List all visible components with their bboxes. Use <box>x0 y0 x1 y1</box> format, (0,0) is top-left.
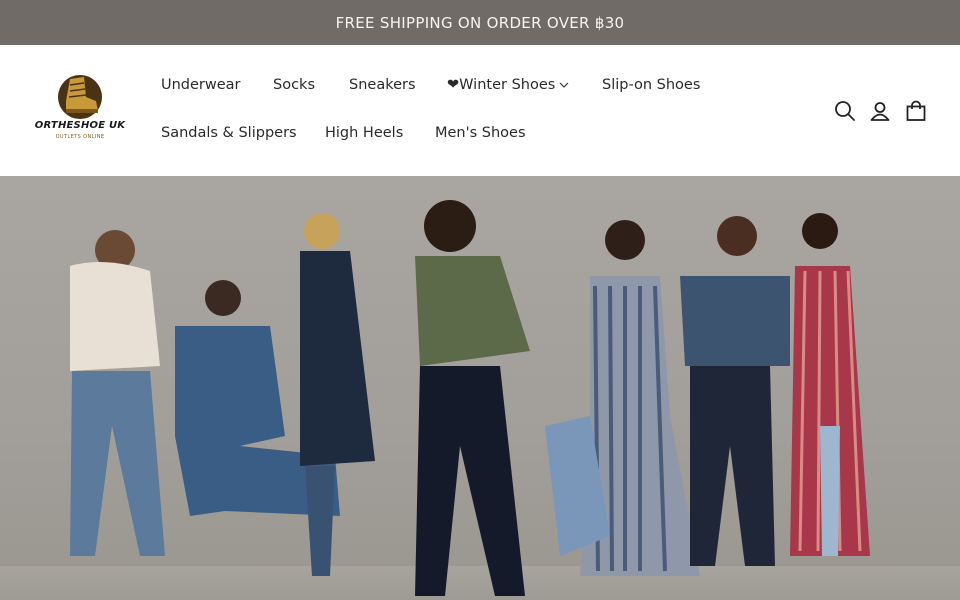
logo-tagline: OUTLETS ONLINE <box>55 134 105 140</box>
nav-item-underwear[interactable]: Underwear <box>161 77 241 93</box>
chevron-down-icon <box>559 80 569 90</box>
nav-item-label: ❤Winter Shoes <box>447 77 556 93</box>
nav-item-label: Sandals & Slippers <box>161 125 297 141</box>
cart-icon[interactable] <box>905 100 927 122</box>
hero-models-image <box>70 200 870 596</box>
model-figure <box>545 220 700 576</box>
nav-item-label: Men's Shoes <box>435 125 526 141</box>
nav-item-sneakers[interactable]: Sneakers <box>349 77 416 93</box>
nav-item-label: Slip-on Shoes <box>602 77 701 93</box>
nav-item-winter-shoes[interactable]: ❤Winter Shoes <box>447 77 569 93</box>
announcement-bar: FREE SHIPPING ON ORDER OVER ฿30 <box>0 0 960 45</box>
model-figure <box>70 230 165 556</box>
announcement-text: FREE SHIPPING ON ORDER OVER ฿30 <box>335 13 625 32</box>
site-logo[interactable]: ORTHESHOE UK OUTLETS ONLINE <box>32 71 128 145</box>
nav-item-mens-shoes[interactable]: Men's Shoes <box>435 125 526 141</box>
model-figure <box>680 216 790 566</box>
boot-logo-icon <box>58 75 102 119</box>
nav-item-label: Underwear <box>161 77 241 93</box>
search-icon[interactable] <box>834 100 856 122</box>
nav-item-label: Socks <box>273 77 315 93</box>
nav-item-label: Sneakers <box>349 77 416 93</box>
nav-item-label: High Heels <box>325 125 404 141</box>
model-figure <box>790 213 870 556</box>
account-icon[interactable] <box>869 100 891 122</box>
model-figure <box>300 213 375 576</box>
nav-item-slip-on-shoes[interactable]: Slip-on Shoes <box>602 77 700 93</box>
logo-name: ORTHESHOE UK <box>34 120 126 131</box>
nav-item-socks[interactable]: Socks <box>273 77 315 93</box>
site-header: ORTHESHOE UK OUTLETS ONLINE Underwear So… <box>0 45 960 176</box>
hero-banner[interactable] <box>0 176 960 600</box>
nav-item-high-heels[interactable]: High Heels <box>325 125 403 141</box>
nav-item-sandals-slippers[interactable]: Sandals & Slippers <box>161 125 297 141</box>
model-figure <box>415 200 530 596</box>
